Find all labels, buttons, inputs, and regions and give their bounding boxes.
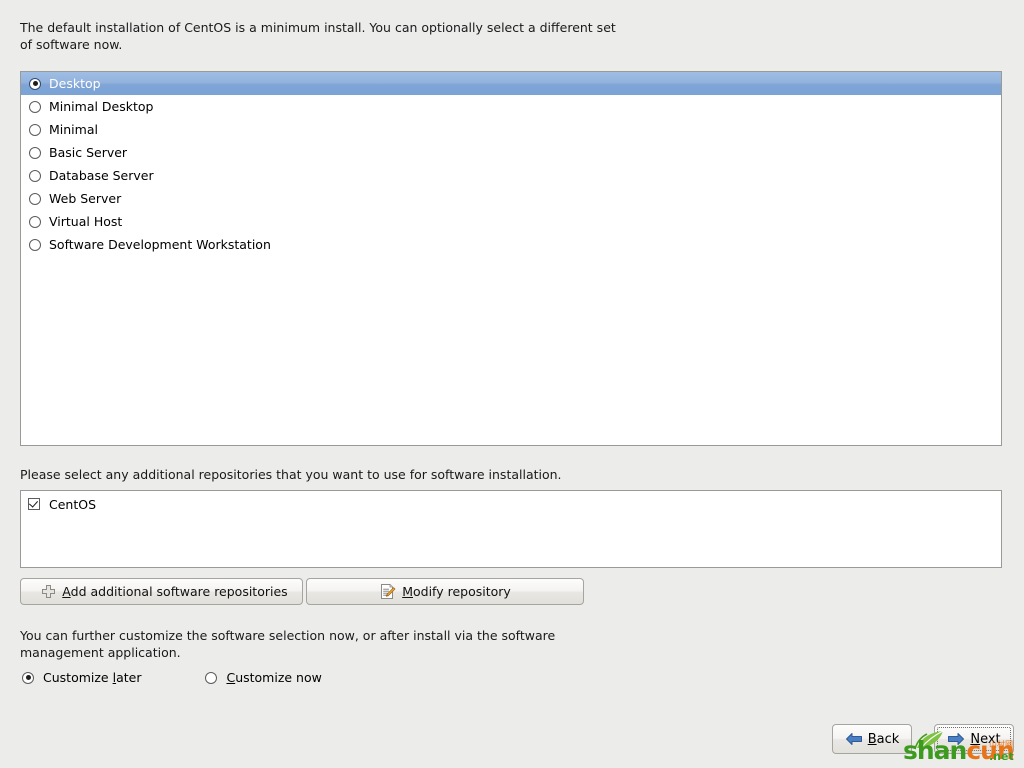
- customize-option-now[interactable]: Customize now: [205, 670, 322, 685]
- customize-option-label: Customize later: [43, 670, 141, 685]
- next-label: Next: [970, 732, 1000, 747]
- software-group-radio[interactable]: [29, 169, 41, 182]
- customize-option-later[interactable]: Customize later: [22, 670, 141, 685]
- software-group-label: Database Server: [49, 167, 154, 183]
- customize-option-post: ater: [116, 670, 142, 685]
- software-group-label: Virtual Host: [49, 213, 123, 229]
- modify-repository-button[interactable]: Modify repository: [306, 578, 584, 605]
- next-rest: ext: [980, 731, 1001, 747]
- software-group-row[interactable]: Basic Server: [21, 141, 1001, 164]
- additional-repositories-list[interactable]: CentOS: [20, 490, 1002, 568]
- customize-option-radio[interactable]: [205, 671, 218, 684]
- software-group-radio[interactable]: [29, 100, 41, 113]
- next-mnemonic: N: [970, 731, 981, 747]
- customize-option-radio[interactable]: [22, 671, 34, 684]
- add-repositories-mnemonic: A: [62, 584, 71, 599]
- repository-row[interactable]: CentOS: [21, 493, 1001, 515]
- plus-icon: [41, 584, 56, 599]
- customize-options-group[interactable]: Customize later Customize now: [22, 670, 322, 685]
- modify-repository-label: Modify repository: [402, 584, 511, 599]
- intro-text: The default installation of CentOS is a …: [20, 20, 616, 52]
- software-group-row[interactable]: Database Server: [21, 164, 1001, 187]
- software-group-label: Web Server: [49, 190, 122, 206]
- customize-option-pre: Customize: [43, 670, 113, 685]
- customize-description: You can further customize the software s…: [20, 628, 556, 660]
- repository-checkbox[interactable]: [28, 498, 40, 510]
- software-group-label: Desktop: [49, 75, 101, 91]
- edit-document-icon: [379, 583, 396, 600]
- software-group-row[interactable]: Minimal Desktop: [21, 95, 1001, 118]
- back-label: Back: [868, 732, 900, 747]
- next-button[interactable]: Next: [934, 724, 1014, 754]
- software-group-row[interactable]: Desktop: [21, 72, 1001, 95]
- add-repositories-label: Add additional software repositories: [62, 584, 287, 599]
- modify-repository-rest: odify repository: [412, 584, 511, 599]
- software-group-row[interactable]: Minimal: [21, 118, 1001, 141]
- back-mnemonic: B: [867, 731, 877, 747]
- software-group-row[interactable]: Web Server: [21, 187, 1001, 210]
- back-button[interactable]: Back: [832, 724, 912, 754]
- arrow-left-icon: [845, 732, 863, 746]
- software-group-label: Minimal Desktop: [49, 98, 154, 114]
- customize-option-label: Customize now: [226, 670, 321, 685]
- software-group-radio[interactable]: [29, 238, 41, 251]
- customize-option-post: ustomize now: [235, 670, 322, 685]
- add-repositories-rest: dd additional software repositories: [70, 584, 288, 599]
- software-group-radio[interactable]: [29, 146, 41, 159]
- software-group-list[interactable]: Desktop Minimal Desktop Minimal Basic Serve…: [20, 71, 1002, 446]
- customize-option-mnemonic: C: [226, 670, 236, 685]
- repositories-caption: Please select any additional repositorie…: [20, 467, 562, 482]
- installer-software-selection-page: The default installation of CentOS is a …: [0, 0, 1024, 768]
- software-group-radio[interactable]: [29, 123, 41, 136]
- repository-label: CentOS: [49, 496, 97, 512]
- add-additional-software-repositories-button[interactable]: Add additional software repositories: [20, 578, 303, 605]
- software-group-radio[interactable]: [29, 215, 41, 228]
- back-rest: ack: [876, 731, 900, 747]
- software-group-radio[interactable]: [29, 77, 41, 90]
- software-group-row[interactable]: Virtual Host: [21, 210, 1001, 233]
- software-group-radio[interactable]: [29, 192, 41, 205]
- modify-repository-mnemonic: M: [402, 584, 413, 599]
- software-group-label: Minimal: [49, 121, 98, 137]
- software-group-label: Software Development Workstation: [49, 236, 271, 252]
- software-group-label: Basic Server: [49, 144, 128, 160]
- software-group-row[interactable]: Software Development Workstation: [21, 233, 1001, 256]
